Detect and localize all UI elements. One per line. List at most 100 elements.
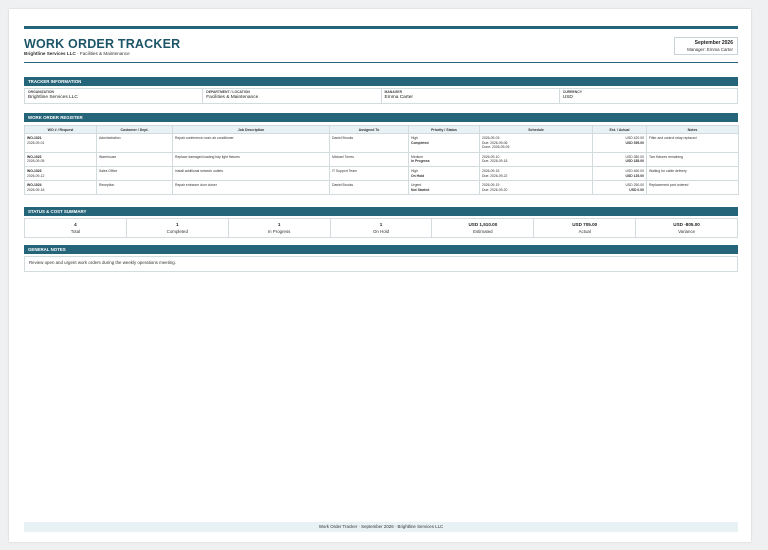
column-header: Est. / Actual xyxy=(592,125,647,134)
cell-job: Repair entrance door closer xyxy=(172,180,330,196)
priority: Urgent xyxy=(411,183,422,188)
cell-priority: High Completed xyxy=(408,133,480,153)
cell-assigned: Daniel Brooks xyxy=(329,133,409,153)
schedule-start: 2026-09-19 xyxy=(482,183,500,188)
summary-label: Variance xyxy=(678,229,696,234)
cell-assigned: Michael Torres xyxy=(329,151,409,167)
cost-estimate: USD 420.00 xyxy=(625,136,644,140)
info-label: CURRENCY xyxy=(562,90,582,94)
period-month: September 2026 xyxy=(694,40,733,46)
summary-value: 1 xyxy=(379,222,383,227)
info-label: ORGANIZATION xyxy=(28,90,54,94)
info-label: MANAGER xyxy=(384,90,403,94)
wo-number: WO-1021 xyxy=(27,136,42,140)
cell-priority: High On Hold xyxy=(408,165,480,182)
summary-variance: USD -805.00 Variance xyxy=(636,218,739,238)
period-box: September 2026 Manager: Emma Carter xyxy=(674,37,738,55)
top-accent-bar xyxy=(24,26,738,29)
schedule-start: 2026-09-15 xyxy=(482,168,500,173)
cell-notes: Replacement part ordered xyxy=(646,180,739,196)
schedule-due: Due: 2026-09-20 xyxy=(482,187,508,192)
cell-customer: Administration xyxy=(96,133,173,153)
tracker-info-row: ORGANIZATION Brightline Services LLC DEP… xyxy=(24,88,738,104)
cell-schedule: 2026-09-19 Due: 2026-09-20 xyxy=(479,180,593,196)
section-header-notes: GENERAL NOTES xyxy=(24,245,738,254)
cell-priority: Medium In Progress xyxy=(408,151,480,167)
summary-total: 4 Total xyxy=(24,218,127,238)
info-value: Facilities & Maintenance xyxy=(206,95,259,100)
summary-row: 4 Total 1 Completed 1 In Progress 1 On Hold … xyxy=(24,218,739,238)
summary-value: USD 705.00 xyxy=(572,222,598,227)
document-page: WORK ORDER TRACKER Brightline Services L… xyxy=(9,9,751,542)
table-header-row: WO # / Request Customer / Dept. Job Desc… xyxy=(24,125,739,134)
schedule-start: 2026-09-10 xyxy=(482,154,500,159)
summary-label: In Progress xyxy=(267,229,291,234)
info-value: Emma Carter xyxy=(384,95,414,100)
page-footer: Work Order Tracker · September 2026 · Br… xyxy=(24,522,738,532)
cell-schedule: 2026-09-15 Due: 2026-09-22 xyxy=(479,165,593,182)
wo-date: 2026-09-12 xyxy=(27,173,45,178)
summary-value: 1 xyxy=(277,222,281,227)
priority: High xyxy=(411,168,418,173)
cell-priority: Urgent Not Started xyxy=(408,180,480,196)
column-header: Customer / Dept. xyxy=(96,125,173,134)
status: In Progress xyxy=(411,159,430,164)
subtitle-department: · Facilities & Maintenance xyxy=(75,51,130,56)
cell-cost: USD 460.00 USD 125.00 xyxy=(592,165,647,182)
column-header: Job Description xyxy=(172,125,330,134)
cost-actual: USD 185.00 xyxy=(625,159,644,164)
summary-label: Estimated xyxy=(473,229,493,234)
cell-wo: WO-1022 2026-09-05 xyxy=(24,151,97,167)
cell-notes: Two fixtures remaining xyxy=(646,151,739,167)
summary-on-hold: 1 On Hold xyxy=(330,218,433,238)
company-name: Brightline Services LLC xyxy=(24,51,76,56)
schedule-due: Due: 2026-09-06 xyxy=(482,140,508,145)
cell-notes: Filter and control relay replaced xyxy=(646,133,739,153)
info-label: DEPARTMENT / LOCATION xyxy=(206,90,250,94)
status: Not Started xyxy=(411,187,430,192)
status: On Hold xyxy=(411,173,425,178)
table-row: WO-1024 2026-09-18 Reception Repair entra… xyxy=(24,180,739,196)
cost-actual: USD 395.00 xyxy=(625,140,644,145)
general-notes-text: Review open and urgent work orders durin… xyxy=(24,256,738,272)
wo-number: WO-1023 xyxy=(27,168,42,173)
wo-date: 2026-09-05 xyxy=(27,159,45,164)
cell-notes: Waiting for cable delivery xyxy=(646,165,739,182)
summary-label: Total xyxy=(70,229,81,234)
schedule-done: Done: 2026-09-05 xyxy=(482,145,510,150)
schedule-due: Due: 2026-09-18 xyxy=(482,159,508,164)
table-row: WO-1023 2026-09-12 Sales Office Install a… xyxy=(24,165,739,182)
summary-value: 1 xyxy=(176,222,179,227)
schedule-due: Due: 2026-09-22 xyxy=(482,173,508,178)
period-manager: Manager: Emma Carter xyxy=(687,47,733,52)
schedule-start: 2026-09-03 xyxy=(482,136,500,140)
summary-value: USD -805.00 xyxy=(673,222,700,227)
info-cell-currency: CURRENCY USD xyxy=(559,88,738,104)
summary-estimated: USD 1,510.00 Estimated xyxy=(432,218,535,238)
cell-schedule: 2026-09-03 Due: 2026-09-06 Done: 2026-09-0… xyxy=(479,133,593,153)
info-value: Brightline Services LLC xyxy=(28,95,78,100)
info-cell-department: DEPARTMENT / LOCATION Facilities & Maint… xyxy=(203,88,382,104)
section-header-summary: STATUS & COST SUMMARY xyxy=(24,207,738,216)
section-header-tracker-info: TRACKER INFORMATION xyxy=(24,77,738,86)
status: Completed xyxy=(411,140,429,145)
cost-actual: USD 0.00 xyxy=(629,187,644,192)
column-header: WO # / Request xyxy=(24,125,97,134)
header-divider xyxy=(24,62,738,63)
summary-value: USD 1,510.00 xyxy=(468,222,498,227)
cost-estimate: USD 460.00 xyxy=(625,168,644,173)
info-value: USD xyxy=(562,95,573,100)
cell-job: Repair conference room air conditioner xyxy=(172,133,330,153)
cell-cost: USD 420.00 USD 395.00 xyxy=(592,133,647,153)
column-header: Notes xyxy=(646,125,739,134)
cost-actual: USD 125.00 xyxy=(625,173,644,178)
wo-date: 2026-09-01 xyxy=(27,140,45,145)
cell-schedule: 2026-09-10 Due: 2026-09-18 xyxy=(479,151,593,167)
table-row: WO-1022 2026-09-05 Warehouse Replace dama… xyxy=(24,151,739,167)
summary-completed: 1 Completed xyxy=(126,218,229,238)
cell-customer: Warehouse xyxy=(96,151,173,167)
cost-estimate: USD 250.00 xyxy=(625,183,644,188)
page-title: WORK ORDER TRACKER xyxy=(24,37,181,51)
info-cell-manager: MANAGER Emma Carter xyxy=(381,88,560,104)
summary-actual: USD 705.00 Actual xyxy=(534,218,637,238)
